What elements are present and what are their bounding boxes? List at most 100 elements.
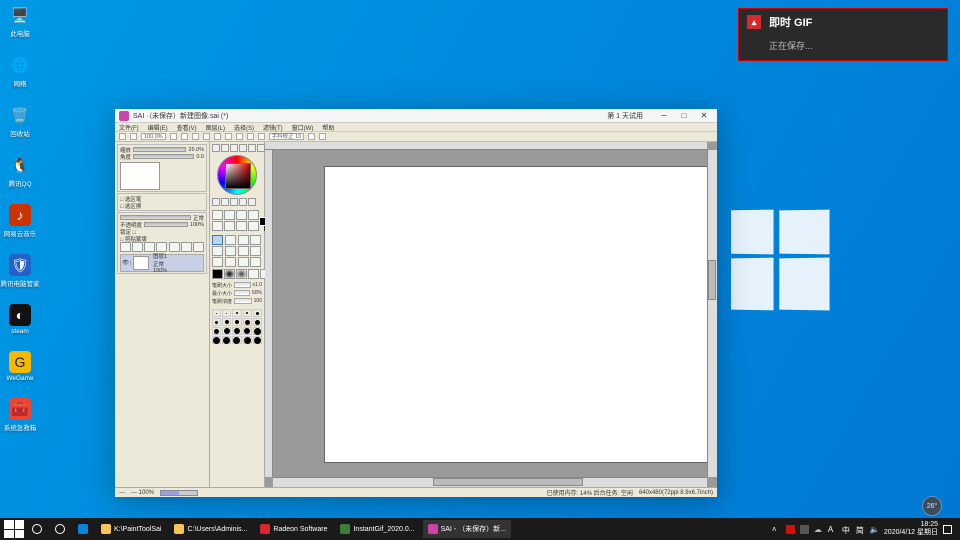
zoom-slider[interactable] [133,147,186,152]
lasso-tool[interactable] [224,210,235,220]
move-tool[interactable] [248,210,259,220]
brush-preset[interactable] [253,318,262,326]
desktop-icon-netease-music[interactable]: ♪网易云音乐 [2,204,38,238]
toolbar-btn[interactable] [119,133,126,140]
brush-preset[interactable] [232,336,241,344]
taskbar-folder2[interactable]: C:\Users\Adminis... [169,520,252,538]
desktop-icon-recycle-bin[interactable]: 🗑️回收站 [2,104,38,138]
toolbar-btn[interactable] [258,133,265,140]
toolbar-btn[interactable] [192,133,199,140]
select-tool[interactable] [212,210,223,220]
swatch[interactable] [230,198,238,206]
layer-op[interactable] [156,242,167,252]
temperature-badge[interactable]: 26° [922,496,942,516]
wand-tool[interactable] [236,210,247,220]
menu-layer[interactable]: 图层(L) [206,123,225,132]
taskbar-cortana[interactable] [50,520,70,538]
layer-op[interactable] [120,242,131,252]
layer-op[interactable] [193,242,204,252]
color-wheel[interactable] [217,155,257,195]
color-tab[interactable] [239,144,247,152]
linework-tool[interactable] [238,257,249,267]
layer-op[interactable] [181,242,192,252]
swatch[interactable] [239,198,247,206]
toolbar-btn[interactable] [214,133,221,140]
brush-preset[interactable] [212,327,221,335]
desktop-icon-pc-manager[interactable]: 🛡腾讯电脑管家 [2,254,38,288]
eraser-tool[interactable] [225,246,236,256]
swatch[interactable] [221,198,229,206]
marker-tool[interactable] [212,246,223,256]
fg-bg-colors[interactable] [259,217,260,231]
menu-filter[interactable]: 滤镜(T) [263,123,283,132]
color-tab[interactable] [221,144,229,152]
sel-erase-check[interactable]: □ 选区擦 [120,202,141,210]
brush-preset[interactable] [232,327,241,335]
brush-tool[interactable] [238,235,249,245]
toolbar-btn[interactable] [308,133,315,140]
desktop-icon-qq[interactable]: 🐧腾讯QQ [2,154,38,188]
brush-min-slider[interactable] [234,290,250,296]
sai-titlebar[interactable]: SAI ·（未保存）新建图像.sai (*) 第 1 天试用 ─ □ ✕ [115,109,717,123]
tray-app-icon[interactable] [800,525,809,534]
brush-tip[interactable] [212,269,223,279]
horizontal-scrollbar[interactable] [273,477,707,487]
brush-tip[interactable] [248,269,259,279]
brush-preset[interactable] [253,327,262,335]
amd-notification[interactable]: ▴ 即时 GIF 正在保存... [738,8,948,61]
brush-preset[interactable] [232,318,241,326]
binary-tool[interactable] [225,257,236,267]
brush-preset[interactable] [222,327,231,335]
layer-op[interactable] [169,242,180,252]
selpen-tool[interactable] [238,246,249,256]
tray-chevron-up-icon[interactable]: ˄ [772,525,781,534]
color-tab[interactable] [248,144,256,152]
taskbar-instantgif[interactable]: InstantGif_2020.0... [335,520,419,538]
taskbar-folder1[interactable]: K:\PaintToolSai [96,520,166,538]
menu-edit[interactable]: 编辑(E) [148,123,168,132]
menu-help[interactable]: 帮助 [322,123,334,132]
vertical-scrollbar[interactable] [707,150,717,477]
brush-preset[interactable] [243,309,252,317]
taskbar-radeon[interactable]: Radeon Software [255,520,332,538]
desktop-icon-network[interactable]: 🌐网络 [2,54,38,88]
toolbar-btn[interactable] [247,133,254,140]
watercolor-tool[interactable] [250,235,261,245]
brush-density-slider[interactable] [234,298,252,304]
brush-preset[interactable] [212,309,221,317]
selerase-tool[interactable] [250,246,261,256]
layer-op[interactable] [132,242,143,252]
taskbar-sai[interactable]: SAI - （未保存）新... [423,520,511,538]
color-tab[interactable] [212,144,220,152]
taskbar-search[interactable] [27,520,47,538]
color-sv-box[interactable] [225,163,251,189]
toolbar-btn[interactable] [319,133,326,140]
brush-preset[interactable] [212,336,221,344]
tray-speaker-icon[interactable]: 🔈 [870,525,879,534]
desktop-icon-steam[interactable]: ◐steam [2,304,38,335]
start-button[interactable] [4,520,24,538]
color-tab[interactable] [230,144,238,152]
zoom-tool[interactable] [212,221,223,231]
toolbar-stabilizer[interactable]: 手抖修正 10 [269,133,305,140]
menu-view[interactable]: 查看(V) [177,123,197,132]
toolbar-btn[interactable] [203,133,210,140]
toolbar-btn[interactable] [181,133,188,140]
brush-preset[interactable] [243,336,252,344]
eyedropper-tool[interactable] [248,221,259,231]
opacity-slider[interactable] [144,222,188,227]
canvas-page[interactable] [325,167,717,462]
brush-preset[interactable] [222,336,231,344]
taskbar-clock[interactable]: 18:25 2020/4/12 星期日 [884,521,938,537]
brush-preset[interactable] [253,336,262,344]
desktop-icon-rescue[interactable]: 🧰系统急救箱 [2,398,38,432]
maximize-button[interactable]: □ [675,111,693,121]
tray-ime-cn[interactable]: 中 [842,525,851,534]
angle-slider[interactable] [133,154,194,159]
desktop-icon-wegame[interactable]: GWeGame [2,351,38,382]
tray-ime-simp[interactable]: 简 [856,525,865,534]
color-tab[interactable] [257,144,265,152]
tray-amd-icon[interactable] [786,525,795,534]
toolbar-zoom[interactable]: 100.0% [141,133,166,140]
blur-tool[interactable] [250,257,261,267]
